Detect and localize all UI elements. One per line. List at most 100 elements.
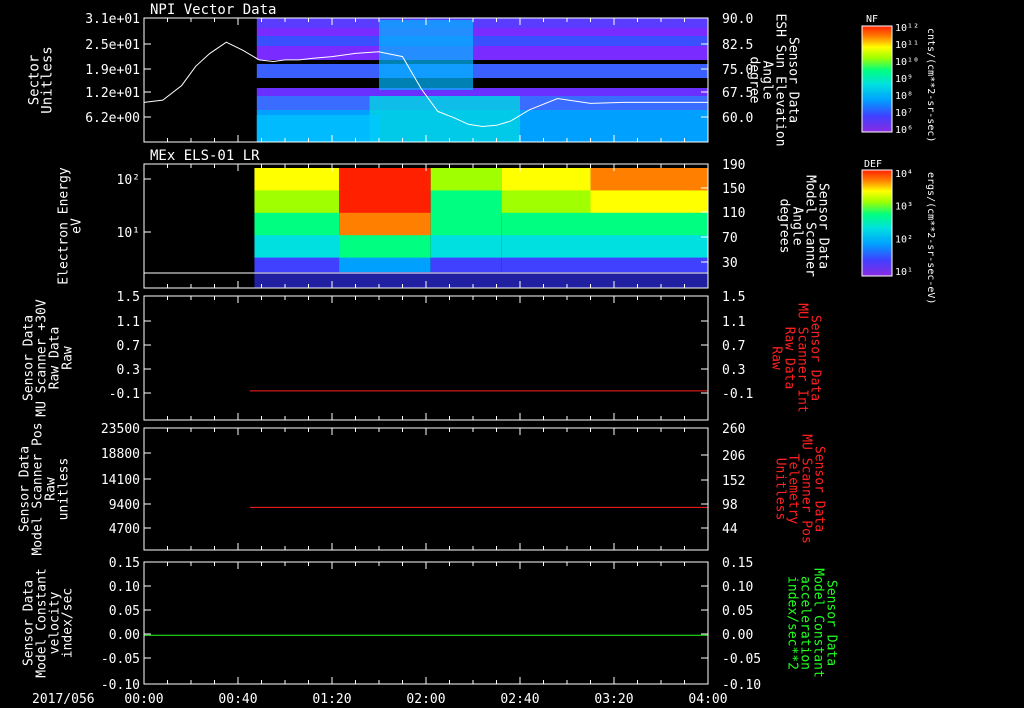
panel5-right-axis: 0.15 0.10 0.05 0.00 -0.05 -0.10	[701, 556, 761, 693]
colorbar-tick-label: 10⁴	[895, 169, 913, 180]
tick-label: 0.05	[722, 604, 753, 619]
panel4-ylabel: Sensor DataModel Scanner PosRawunitless	[18, 422, 72, 555]
tick-label: -0.10	[722, 678, 761, 693]
spectrogram-band	[256, 88, 708, 96]
panel4-frame	[143, 427, 709, 551]
time-tick-label: 04:00	[688, 692, 727, 707]
tick-label: -0.05	[101, 652, 140, 667]
colorbar-tick-label: 10¹²	[895, 23, 919, 34]
spectrogram-band	[254, 272, 708, 288]
time-tick-label: 01:20	[312, 692, 351, 707]
tick-label: 1.9e+01	[85, 63, 140, 78]
panel-npi-vector-data: NPI Vector Data 3.1e+01 2.5e+01 1.9e+01 1.2…	[27, 2, 801, 147]
ylabel-line: Unitless	[40, 46, 56, 113]
colorbar-tick-label: 10²	[895, 234, 913, 245]
tick-label: 1.5	[117, 290, 140, 305]
npi-spectrogram	[256, 18, 708, 142]
panel2-ylabel: Electron EnergyeV	[57, 167, 85, 285]
tick-label: 0.7	[117, 339, 140, 354]
spectrogram-band	[501, 212, 591, 236]
colorbar-nf: NF 10¹² 10¹¹ 10¹⁰ 10⁹ 10⁸ 10⁷ 10⁶ cnts/(cm**2-…	[861, 14, 936, 142]
spectrogram-band	[254, 168, 340, 191]
right-ylabel-line: Unitless	[773, 458, 788, 521]
tick-label: 1.1	[722, 315, 745, 330]
spectrogram-band	[430, 168, 502, 191]
panel-border	[143, 561, 709, 685]
panel1-ylabel: SectorUnitless	[27, 46, 56, 113]
spectrogram-band	[590, 212, 708, 236]
tick-label: 18800	[101, 447, 140, 462]
ylabel-line: eV	[70, 218, 85, 234]
panel4-left-axis: 23500 18800 14100 9400 4700	[101, 422, 151, 537]
panel-scanner-pos: 23500 18800 14100 9400 4700 260 206 152 98 44 Se…	[18, 422, 827, 556]
spectrogram-band	[339, 212, 431, 236]
time-tick-label: 00:00	[124, 692, 163, 707]
tick-label: 9400	[109, 498, 140, 513]
spectrogram-band	[256, 78, 708, 88]
tick-label: 0.15	[109, 556, 140, 571]
panel2-right-ylabel: Sensor DataModel ScannerAngledegrees	[777, 175, 831, 277]
panel2-title: MEx ELS-01 LR	[150, 148, 260, 164]
colorbar-tick-label: 10¹⁰	[895, 57, 919, 68]
tick-label: 152	[722, 474, 745, 489]
tick-label: 4700	[109, 522, 140, 537]
panel1-left-axis: 3.1e+01 2.5e+01 1.9e+01 1.2e+01 6.2e+00	[85, 12, 151, 126]
colorbar-nf-ticks: 10¹² 10¹¹ 10¹⁰ 10⁹ 10⁸ 10⁷ 10⁶	[895, 23, 919, 136]
time-tick-label: 00:40	[218, 692, 257, 707]
tick-label: -0.05	[722, 652, 761, 667]
spectrogram-band	[256, 36, 708, 46]
colorbar-tick-label: 10¹	[895, 267, 913, 278]
tick-label: 110	[722, 206, 745, 221]
time-tick-label: 03:20	[594, 692, 633, 707]
date-label: 2017/056	[32, 692, 95, 707]
colorbar-def-label: DEF	[864, 159, 882, 170]
spectrogram-patch	[369, 96, 520, 142]
panel-border	[143, 427, 709, 551]
tick-label: 1.5	[722, 290, 745, 305]
panel5-left-axis: 0.15 0.10 0.05 0.00 -0.05 -0.10	[101, 556, 151, 693]
tick-label: 6.2e+00	[85, 111, 140, 126]
spectrogram-patch	[256, 115, 379, 142]
panel3-ylabel: Sensor DataMU Scanner +30VRaw DataRaw	[22, 299, 76, 417]
panel5-right-ylabel: Sensor DataModel Constantaccelerationind…	[785, 568, 839, 678]
tick-label: 0.3	[117, 363, 140, 378]
right-ylabel-line: degrees	[777, 199, 792, 254]
tick-label: 0.00	[722, 628, 753, 643]
colorbar-tick-label: 10¹¹	[895, 40, 919, 51]
ylabel-line: index/sec	[61, 588, 76, 658]
tick-label: 44	[722, 522, 738, 537]
tick-label: 23500	[101, 422, 140, 437]
tick-label: 0.15	[722, 556, 753, 571]
panel5-frame	[143, 561, 709, 685]
spectrogram-band	[254, 235, 340, 259]
panel-scanner-raw: 1.5 1.1 0.7 0.3 -0.1 1.5 1.1 0.7 0.3 -0.1 Sensor…	[22, 290, 823, 421]
tick-label: 30	[722, 256, 738, 271]
els-spectrogram	[254, 168, 708, 288]
time-tick-label: 02:00	[406, 692, 445, 707]
tick-label: 60.0	[722, 111, 753, 126]
tick-label: 206	[722, 449, 745, 464]
panel2-left-axis: 10² 10¹	[117, 173, 151, 241]
tick-label: 150	[722, 182, 745, 197]
spectrogram-band	[339, 168, 431, 191]
tick-label: 98	[722, 498, 738, 513]
spectrogram-band	[256, 64, 708, 78]
ylabel-line: unitless	[57, 458, 72, 521]
colorbar-nf-gradient	[861, 25, 893, 133]
colorbar-tick-label: 10³	[895, 202, 913, 213]
panel-mex-els: MEx ELS-01 LR 10² 10¹ 190 150 110 70 30 Elect…	[57, 148, 831, 289]
spectrogram-band	[256, 28, 708, 36]
tick-label: 260	[722, 422, 745, 437]
spectrogram-band	[339, 190, 431, 214]
panel3-frame	[143, 295, 709, 421]
tick-label: 1.1	[117, 315, 140, 330]
tick-label: -0.1	[722, 387, 753, 402]
tick-label: 0.05	[109, 604, 140, 619]
colorbar-def: DEF 10⁴ 10³ 10² 10¹ ergs/(cm**2-sr-sec-eV)	[861, 159, 936, 304]
spectrogram-band	[256, 18, 708, 28]
tick-label: 0.10	[109, 580, 140, 595]
tick-label: 1.2e+01	[85, 86, 140, 101]
colorbar-tick-label: 10⁶	[895, 125, 913, 136]
spectrogram-band	[590, 168, 708, 191]
right-ylabel-line: degree	[747, 57, 762, 104]
